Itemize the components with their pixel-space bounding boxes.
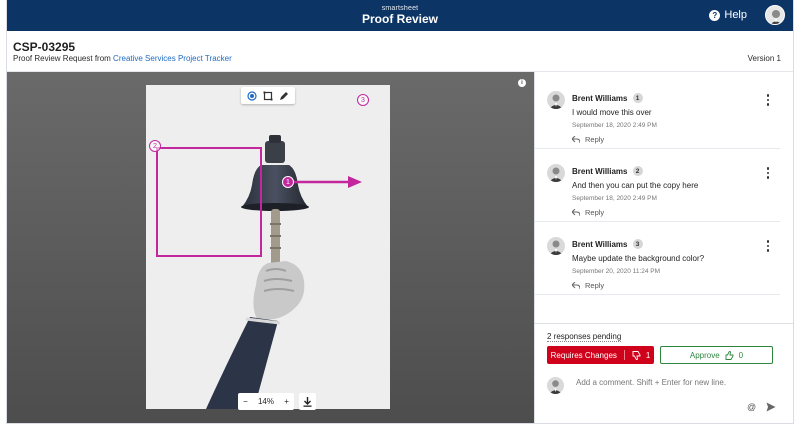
annotation-marker-1[interactable]: 1 [282,176,294,188]
reply-button[interactable]: Reply [572,135,604,144]
commenter-avatar [547,91,565,109]
reply-label: Reply [585,281,605,290]
rectangle-tool-icon[interactable] [262,90,274,102]
download-icon [303,396,312,407]
comment-item: Brent Williams 1 I would move this over … [535,76,780,149]
comment-text: Maybe update the background color? [572,254,705,263]
help-button[interactable]: ? Help [709,9,747,21]
page-title: CSP-03295 [13,40,76,54]
commenter-avatar [547,164,565,182]
download-button[interactable] [299,393,316,410]
brand-small: smartsheet [381,5,419,12]
comment-timestamp: September 20, 2020 11:24 PM [572,268,661,275]
zoom-out-button[interactable]: − [243,397,248,406]
button-divider [623,350,625,360]
rectangle-annotation[interactable] [156,147,262,257]
help-icon: ? [709,9,721,21]
pen-tool-icon[interactable] [278,90,290,102]
responses-pending[interactable]: 2 responses pending [547,332,622,342]
comment-author: Brent Williams 1 [572,93,643,103]
comment-text: I would move this over [572,108,652,117]
reply-icon [572,136,580,143]
approve-count: 0 [738,350,744,360]
requires-changes-label: Requires Changes [550,350,617,360]
more-options-icon[interactable] [766,240,770,252]
more-options-icon[interactable] [766,94,770,106]
send-icon[interactable] [766,402,776,412]
request-header: CSP-03295 Proof Review Request from Crea… [7,31,793,72]
brand-title: Proof Review [361,12,439,26]
request-subtitle: Proof Review Request from Creative Servi… [13,54,232,63]
reply-button[interactable]: Reply [572,281,604,290]
comment-timestamp: September 18, 2020 2:49 PM [572,195,657,202]
zoom-in-button[interactable]: + [284,397,289,406]
mention-icon[interactable]: @ [747,402,756,412]
author-name: Brent Williams [572,239,628,249]
approve-label: Approve [689,350,720,360]
current-user-avatar [547,377,564,394]
annotation-toolbar [241,87,295,104]
comments-panel: Brent Williams 1 I would move this over … [534,72,793,423]
reply-icon [572,209,580,216]
source-sheet-link[interactable]: Creative Services Project Tracker [113,54,232,63]
author-name: Brent Williams [572,166,628,176]
reply-icon [572,282,580,289]
annotation-marker-3[interactable]: 3 [357,94,369,106]
thumbs-up-icon [725,350,734,360]
more-options-icon[interactable] [766,167,770,179]
arrow-annotation[interactable] [286,175,366,189]
comment-number-badge: 2 [632,166,643,176]
version-label: Version 1 [747,54,781,63]
subtitle-prefix: Proof Review Request from [13,54,114,63]
comment-item: Brent Williams 3 Maybe update the backgr… [535,222,780,295]
comment-author: Brent Williams 3 [572,239,643,249]
comment-number-badge: 1 [632,93,643,103]
brand-logo: smartsheet Proof Review [7,5,793,25]
proof-viewer[interactable]: i 1 2 3 − 14% + [7,72,534,423]
zoom-controls: − 14% + [238,393,294,410]
reply-button[interactable]: Reply [572,208,604,217]
comment-author: Brent Williams 2 [572,166,643,176]
author-name: Brent Williams [572,93,628,103]
pin-tool-icon[interactable] [246,90,258,102]
comment-text: And then you can put the copy here [572,181,699,190]
info-icon[interactable]: i [518,79,526,87]
comment-input[interactable] [576,374,776,390]
commenter-avatar [547,237,565,255]
user-avatar[interactable] [765,5,785,25]
help-label: Help [724,9,747,21]
thumbs-down-icon [632,350,641,360]
proof-image[interactable]: 1 2 3 [146,85,390,409]
proof-review-window: smartsheet Proof Review ? Help CSP-03295… [6,0,794,424]
reply-label: Reply [585,135,605,144]
comment-number-badge: 3 [632,239,643,249]
top-bar: smartsheet Proof Review ? Help [7,0,793,31]
zoom-level: 14% [257,397,274,406]
requires-changes-button[interactable]: Requires Changes 1 [547,346,654,364]
annotation-marker-2[interactable]: 2 [149,140,161,152]
review-decision: 2 responses pending Requires Changes 1 A… [535,323,793,364]
comment-item: Brent Williams 2 And then you can put th… [535,149,780,222]
requires-changes-count: 1 [645,350,651,360]
comment-timestamp: September 18, 2020 2:49 PM [572,122,657,129]
reply-label: Reply [585,208,605,217]
approve-button[interactable]: Approve 0 [660,346,773,364]
